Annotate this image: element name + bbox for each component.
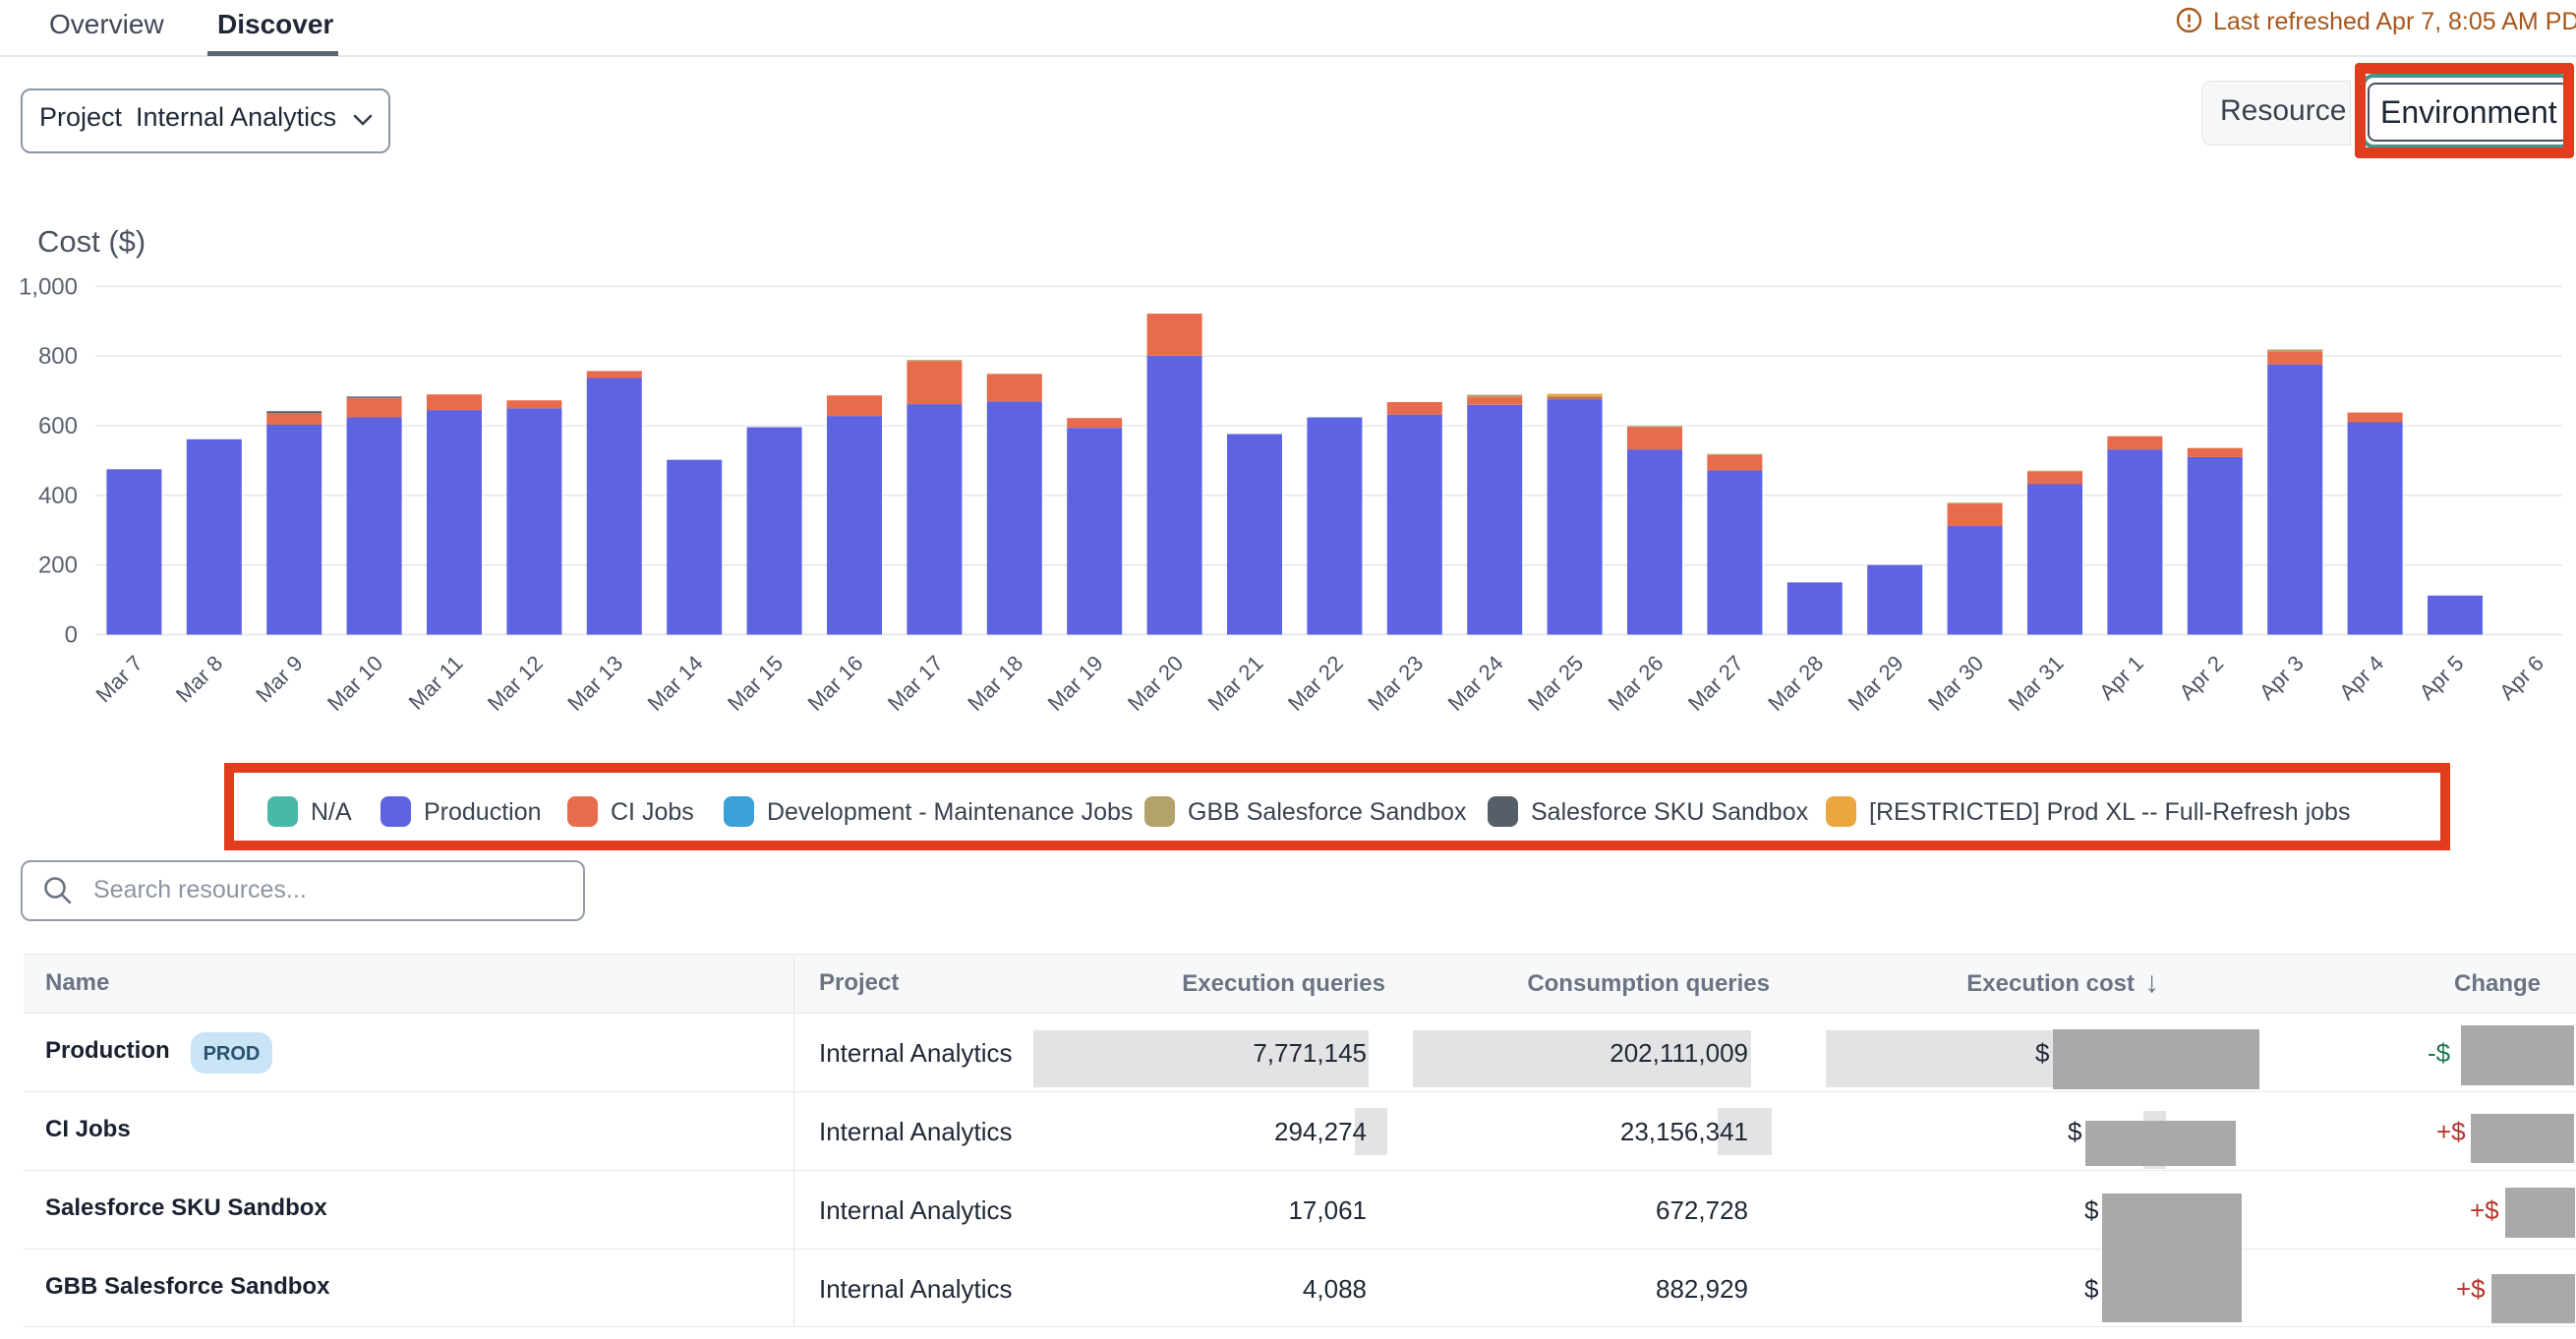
svg-text:Apr 3: Apr 3 xyxy=(2254,651,2309,705)
svg-text:Mar 23: Mar 23 xyxy=(1363,651,1428,716)
svg-text:Cost ($): Cost ($) xyxy=(37,224,146,259)
svg-text:0: 0 xyxy=(65,622,78,649)
svg-text:Mar 20: Mar 20 xyxy=(1123,651,1188,716)
svg-text:Mar 18: Mar 18 xyxy=(963,651,1027,716)
svg-text:Mar 19: Mar 19 xyxy=(1043,651,1108,716)
svg-text:Apr 5: Apr 5 xyxy=(2415,651,2469,705)
svg-text:Mar 11: Mar 11 xyxy=(404,651,468,715)
svg-text:Mar 29: Mar 29 xyxy=(1844,651,1908,716)
svg-text:Mar 21: Mar 21 xyxy=(1202,651,1267,716)
svg-text:Apr 4: Apr 4 xyxy=(2334,651,2388,705)
svg-text:Mar 24: Mar 24 xyxy=(1443,651,1508,716)
svg-text:600: 600 xyxy=(38,413,78,439)
svg-text:Mar 27: Mar 27 xyxy=(1683,651,1748,716)
svg-text:Mar 12: Mar 12 xyxy=(483,651,548,716)
svg-text:1,000: 1,000 xyxy=(19,273,78,300)
svg-text:Apr 1: Apr 1 xyxy=(2094,651,2148,705)
svg-text:Mar 30: Mar 30 xyxy=(1923,651,1988,716)
svg-text:Mar 10: Mar 10 xyxy=(322,651,387,716)
svg-text:Mar 17: Mar 17 xyxy=(883,651,948,716)
svg-text:Mar 22: Mar 22 xyxy=(1283,651,1348,716)
svg-text:Mar 7: Mar 7 xyxy=(90,651,146,707)
svg-text:Mar 25: Mar 25 xyxy=(1523,651,1588,716)
svg-text:Apr 6: Apr 6 xyxy=(2494,651,2548,705)
svg-text:Mar 16: Mar 16 xyxy=(802,651,867,716)
svg-text:Mar 28: Mar 28 xyxy=(1763,651,1828,716)
svg-text:400: 400 xyxy=(38,483,78,509)
svg-text:Mar 31: Mar 31 xyxy=(2003,651,2068,716)
svg-text:Mar 13: Mar 13 xyxy=(562,651,627,716)
svg-text:Apr 2: Apr 2 xyxy=(2174,651,2228,705)
svg-text:Mar 8: Mar 8 xyxy=(171,651,227,707)
svg-text:Mar 14: Mar 14 xyxy=(643,651,708,716)
svg-text:Mar 26: Mar 26 xyxy=(1603,651,1668,716)
svg-text:Mar 15: Mar 15 xyxy=(723,651,788,716)
svg-text:Mar 9: Mar 9 xyxy=(251,651,307,707)
svg-text:200: 200 xyxy=(38,553,78,579)
svg-text:800: 800 xyxy=(38,343,78,370)
